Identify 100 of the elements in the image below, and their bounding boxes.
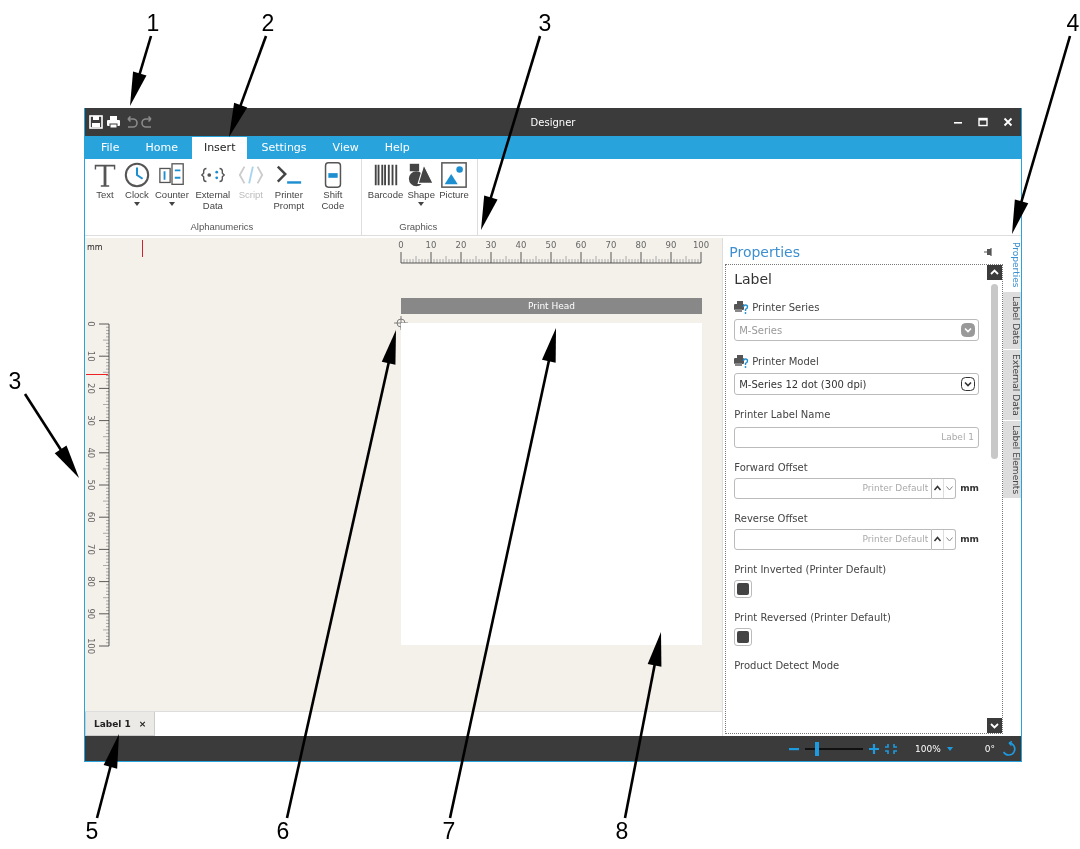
ribbon-button[interactable]: Barcode — [365, 159, 406, 221]
ribbon-button[interactable]: Text — [89, 159, 121, 221]
ruler-number: 10 — [86, 350, 96, 362]
caret-icon — [168, 202, 175, 206]
rotate-icon[interactable] — [1001, 740, 1017, 757]
unit-label: mm — [87, 243, 103, 252]
ribbon-button[interactable]: Picture — [437, 159, 471, 221]
ruler-number: 80 — [635, 240, 647, 250]
ruler-number: 30 — [86, 415, 96, 426]
ribbon-button[interactable]: Counter — [153, 159, 191, 221]
ruler-number: 90 — [86, 608, 96, 620]
tab-close[interactable]: × — [138, 718, 147, 729]
zoom-in-icon[interactable] — [869, 743, 880, 754]
zoom-value[interactable]: 100% — [915, 743, 941, 754]
ruler-number: 70 — [605, 240, 617, 250]
ruler-number: 40 — [515, 240, 527, 250]
ruler-number: 80 — [86, 576, 96, 587]
field-label: Printer Model — [752, 356, 819, 367]
callout-number: 7 — [442, 818, 456, 844]
panel-title: Properties — [729, 244, 800, 260]
menu-tab[interactable]: Insert — [191, 137, 248, 159]
ruler-number: 20 — [455, 240, 467, 250]
spin-up-icon[interactable] — [932, 478, 945, 498]
ruler-number: 50 — [545, 240, 557, 250]
ruler-number: 0 — [398, 240, 404, 250]
callout-arrow — [130, 35, 153, 106]
field-label: Printer Label Name — [734, 409, 831, 420]
ribbon-button[interactable]: Clock — [121, 159, 153, 221]
side-tab[interactable]: External Data — [1003, 350, 1021, 420]
text-field[interactable]: Label 1 — [734, 426, 979, 448]
callout-number: 6 — [276, 818, 290, 844]
print-head-bar: Print Head — [401, 298, 702, 314]
tab-label: Label 1 — [94, 718, 131, 729]
ruler-number: 60 — [575, 240, 587, 250]
ruler-number: 50 — [86, 479, 96, 491]
caret-icon[interactable] — [946, 746, 953, 751]
callout-number: 2 — [261, 10, 275, 36]
callout-number: 3 — [538, 10, 552, 36]
unit-label: mm — [960, 483, 979, 493]
clock-icon — [123, 161, 151, 189]
ruler-number: 100 — [692, 240, 710, 250]
chevron-down-icon — [961, 377, 975, 391]
ruler-number: 30 — [485, 240, 497, 250]
dropdown-field[interactable]: M-Series 12 dot (300 dpi) — [734, 373, 979, 395]
caret-icon — [134, 202, 140, 206]
ribbon-group-label: Graphics — [399, 221, 438, 234]
spin-up-icon[interactable] — [932, 529, 945, 549]
ruler-number: 0 — [86, 321, 96, 327]
callout-number: 8 — [615, 818, 629, 844]
field-label: Print Reversed (Printer Default) — [734, 611, 891, 623]
crosshair-icon — [394, 316, 408, 330]
callout-number: 1 — [146, 10, 160, 36]
ribbon-button[interactable]: Shape — [405, 159, 438, 221]
ruler-number: 70 — [86, 544, 96, 555]
scrollbar[interactable] — [987, 265, 1002, 733]
scroll-up-icon[interactable] — [987, 265, 1002, 280]
ribbon-group-label: Alphanumerics — [190, 221, 254, 234]
side-tab[interactable]: Label Data — [1003, 292, 1021, 350]
rotation-value: 0° — [984, 743, 995, 754]
callout-number: 4 — [1066, 10, 1080, 36]
scroll-thumb[interactable] — [991, 284, 998, 459]
side-tab[interactable]: Label Elements — [1003, 420, 1021, 498]
slider-thumb[interactable] — [814, 741, 819, 756]
picture-icon — [440, 161, 468, 189]
close-icon[interactable] — [1003, 117, 1013, 127]
field-label: Reverse Offset — [734, 512, 808, 524]
field-label: Product Detect Mode — [734, 659, 840, 671]
fit-icon[interactable] — [885, 742, 898, 755]
caret-icon — [418, 202, 425, 206]
ribbon-button[interactable]: Printer Prompt — [266, 159, 311, 221]
callout-number: 5 — [85, 818, 99, 844]
ribbon-button[interactable]: External Data — [190, 159, 235, 221]
unit-label: mm — [960, 534, 979, 544]
cursor-marker — [86, 374, 108, 375]
field-label: Printer Series — [752, 302, 820, 313]
spin-buttons[interactable] — [932, 528, 957, 550]
maximize-icon[interactable] — [978, 117, 988, 127]
ruler-number: 20 — [86, 383, 96, 394]
redo-icon[interactable] — [141, 115, 155, 129]
scroll-down-icon[interactable] — [987, 718, 1002, 733]
callout-number: 3 — [8, 368, 22, 394]
ruler-number: 10 — [425, 240, 437, 250]
save-icon[interactable] — [89, 115, 103, 129]
window-title: Designer — [530, 116, 576, 128]
checkbox[interactable] — [734, 579, 753, 598]
print-icon[interactable] — [106, 115, 121, 129]
ruler-number: 90 — [665, 240, 677, 250]
spin-buttons[interactable] — [932, 477, 957, 499]
ruler-number: 40 — [86, 447, 96, 459]
pin-icon[interactable] — [983, 247, 993, 257]
number-field[interactable]: Printer Default — [734, 528, 933, 550]
ruler-number: 60 — [86, 511, 96, 523]
chevron-down-icon — [961, 323, 975, 337]
field-label: Forward Offset — [734, 461, 808, 473]
ribbon-button[interactable]: Shift Code — [310, 159, 355, 221]
section-title: Label — [734, 271, 773, 287]
checkbox[interactable] — [734, 627, 753, 646]
cursor-marker — [142, 240, 143, 257]
number-field[interactable]: Printer Default — [734, 477, 933, 499]
document-tab[interactable]: Label 1 × — [85, 712, 156, 736]
